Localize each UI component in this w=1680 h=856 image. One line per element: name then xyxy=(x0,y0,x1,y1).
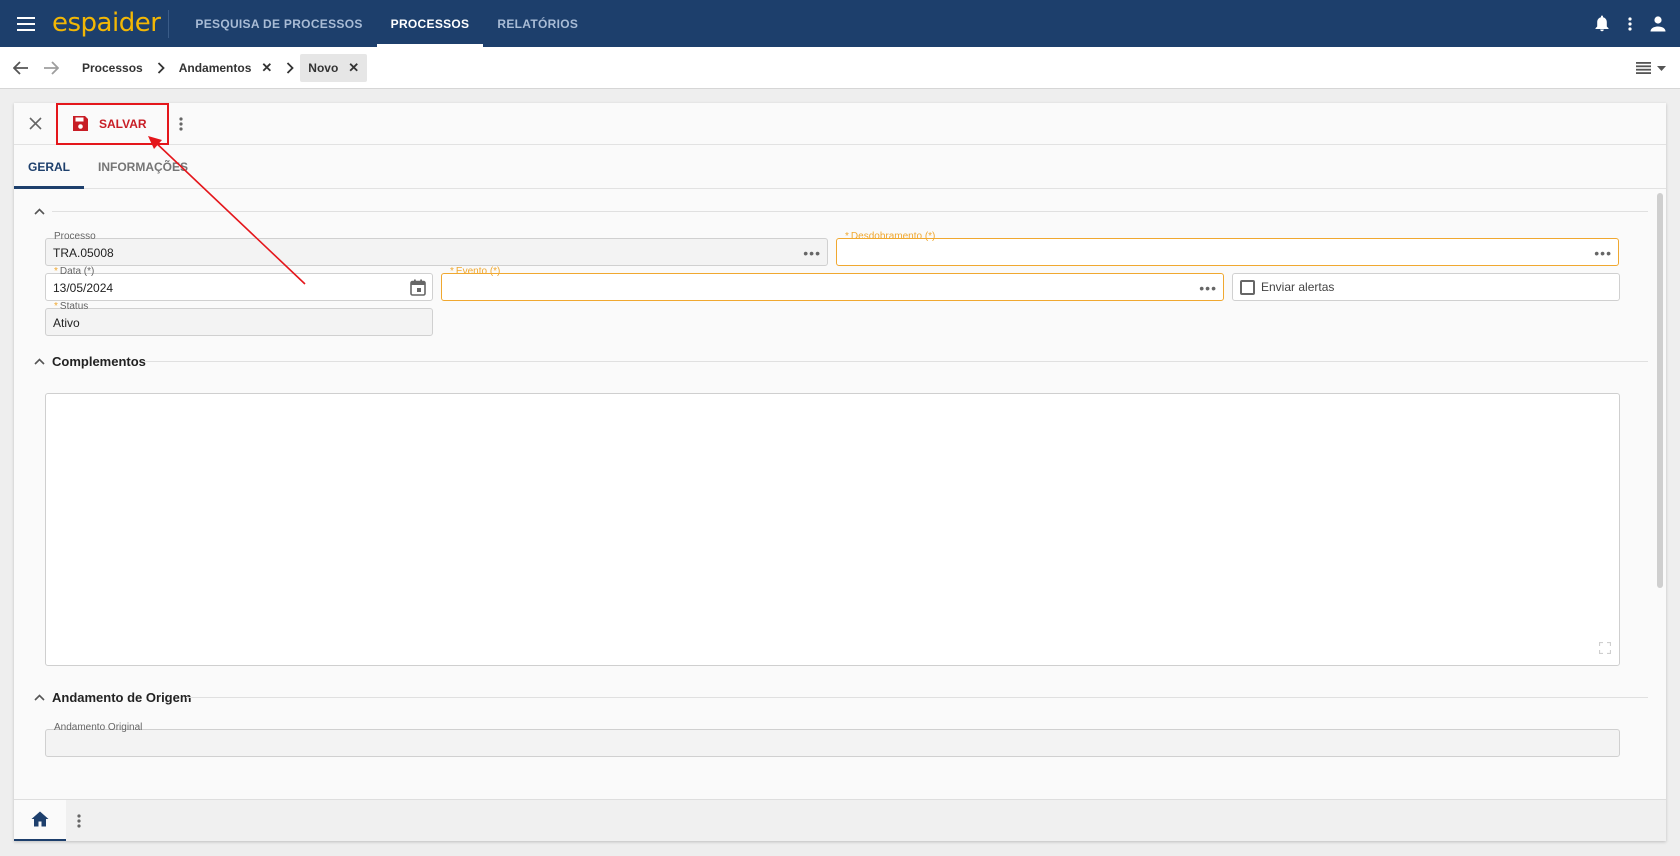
scrollbar[interactable] xyxy=(1657,191,1663,787)
processo-label: Processo xyxy=(52,231,98,243)
tab-geral[interactable]: GERAL xyxy=(14,145,84,189)
chevron-up-icon[interactable] xyxy=(34,357,52,365)
status-value: Ativo xyxy=(53,316,80,330)
menu-button[interactable] xyxy=(0,0,52,47)
processo-value: TRA.05008 xyxy=(53,246,114,260)
bell-icon xyxy=(1595,15,1609,32)
evento-label: * Evento (*) xyxy=(448,266,503,278)
user-button[interactable] xyxy=(1644,0,1672,47)
breadcrumb-label: Processos xyxy=(82,60,143,75)
form-panel: SALVAR GERAL INFORMAÇÕES Processo TRA.05… xyxy=(14,103,1666,841)
data-field[interactable]: * Data (*) 13/05/2024 xyxy=(45,266,433,301)
chevron-up-icon[interactable] xyxy=(34,207,52,215)
app-logo[interactable]: espaider xyxy=(52,9,170,38)
andamento-original-label: Andamento Original xyxy=(52,722,145,734)
chevron-right-icon xyxy=(280,61,300,74)
processo-field[interactable]: Processo TRA.05008 ••• xyxy=(45,231,828,266)
form-content: Processo TRA.05008 ••• * Desdobramento (*… xyxy=(14,189,1654,801)
breadcrumb-label: Novo xyxy=(308,60,339,75)
desdobramento-label: * Desdobramento (*) xyxy=(843,231,938,243)
section-andamento-origem-header[interactable]: Andamento de Origem xyxy=(34,687,191,707)
save-label: SALVAR xyxy=(99,116,147,131)
view-options-button[interactable] xyxy=(1636,47,1666,89)
save-button[interactable]: SALVAR xyxy=(56,103,169,145)
data-label: * Data (*) xyxy=(52,266,97,278)
chevron-up-icon[interactable] xyxy=(34,693,52,701)
andamento-original-field[interactable]: Andamento Original xyxy=(45,722,1620,757)
breadcrumb: Processos Andamentos ✕ Novo ✕ xyxy=(0,47,1680,89)
tab-informacoes[interactable]: INFORMAÇÕES xyxy=(84,145,202,189)
more-vert-icon xyxy=(1628,16,1632,31)
lookup-dots-icon[interactable]: ••• xyxy=(1199,280,1217,296)
toolbar: SALVAR xyxy=(14,103,1666,145)
scrollbar-thumb[interactable] xyxy=(1657,193,1663,588)
more-vert-icon xyxy=(77,813,81,828)
breadcrumb-label: Andamentos xyxy=(178,60,252,75)
section-complementos-header[interactable]: Complementos xyxy=(34,351,146,371)
breadcrumb-novo[interactable]: Novo ✕ xyxy=(300,53,368,82)
caret-down-icon xyxy=(1657,65,1666,71)
close-icon xyxy=(28,117,42,130)
section-title: Andamento de Origem xyxy=(52,689,192,705)
menu-icon xyxy=(17,16,35,31)
evento-field[interactable]: * Evento (*) ••• xyxy=(441,266,1224,301)
lookup-dots-icon[interactable]: ••• xyxy=(803,245,821,261)
save-icon xyxy=(73,116,88,131)
section-title: Complementos xyxy=(52,353,146,369)
close-button[interactable] xyxy=(14,103,56,145)
section-geral-header[interactable] xyxy=(34,201,52,221)
section-divider xyxy=(186,697,1648,698)
status-label: * Status xyxy=(52,301,91,313)
nav-processos[interactable]: PROCESSOS xyxy=(376,0,484,47)
user-icon xyxy=(1650,15,1666,31)
tabs: GERAL INFORMAÇÕES xyxy=(14,145,1666,189)
arrow-forward-icon xyxy=(44,60,59,75)
breadcrumb-processos[interactable]: Processos xyxy=(74,54,151,82)
home-button[interactable] xyxy=(14,799,66,841)
list-view-icon xyxy=(1636,62,1651,74)
more-vert-icon xyxy=(178,116,183,131)
section-divider xyxy=(52,211,1648,212)
section-divider xyxy=(144,361,1648,362)
toolbar-more-button[interactable] xyxy=(169,103,193,145)
more-options-button[interactable] xyxy=(1616,0,1644,47)
enviar-alertas-checkbox[interactable] xyxy=(1240,279,1255,295)
complementos-textarea[interactable] xyxy=(45,393,1620,666)
notifications-button[interactable] xyxy=(1588,0,1616,47)
calendar-icon[interactable] xyxy=(410,279,426,301)
back-button[interactable] xyxy=(6,47,36,89)
nav-pesquisa-de-processos[interactable]: PESQUISA DE PROCESSOS xyxy=(181,0,376,47)
expand-icon[interactable] xyxy=(1598,641,1612,659)
status-field[interactable]: * Status Ativo xyxy=(45,301,433,336)
enviar-alertas-field[interactable]: Enviar alertas xyxy=(1232,273,1620,301)
home-icon xyxy=(31,811,49,827)
breadcrumb-andamentos[interactable]: Andamentos ✕ xyxy=(171,54,281,82)
bottom-more-button[interactable] xyxy=(66,800,92,842)
close-tab-icon[interactable]: ✕ xyxy=(261,60,272,76)
nav-relatorios[interactable]: RELATÓRIOS xyxy=(483,0,592,47)
desdobramento-field[interactable]: * Desdobramento (*) ••• xyxy=(836,231,1619,266)
forward-button[interactable] xyxy=(36,47,66,89)
data-value: 13/05/2024 xyxy=(53,281,114,295)
lookup-dots-icon[interactable]: ••• xyxy=(1594,245,1612,261)
bottom-bar xyxy=(14,799,1666,841)
arrow-back-icon xyxy=(13,60,28,75)
chevron-right-icon xyxy=(151,61,171,74)
app-bar: espaider PESQUISA DE PROCESSOS PROCESSOS… xyxy=(0,0,1680,47)
enviar-alertas-label: Enviar alertas xyxy=(1261,280,1335,294)
close-tab-icon[interactable]: ✕ xyxy=(348,60,359,76)
